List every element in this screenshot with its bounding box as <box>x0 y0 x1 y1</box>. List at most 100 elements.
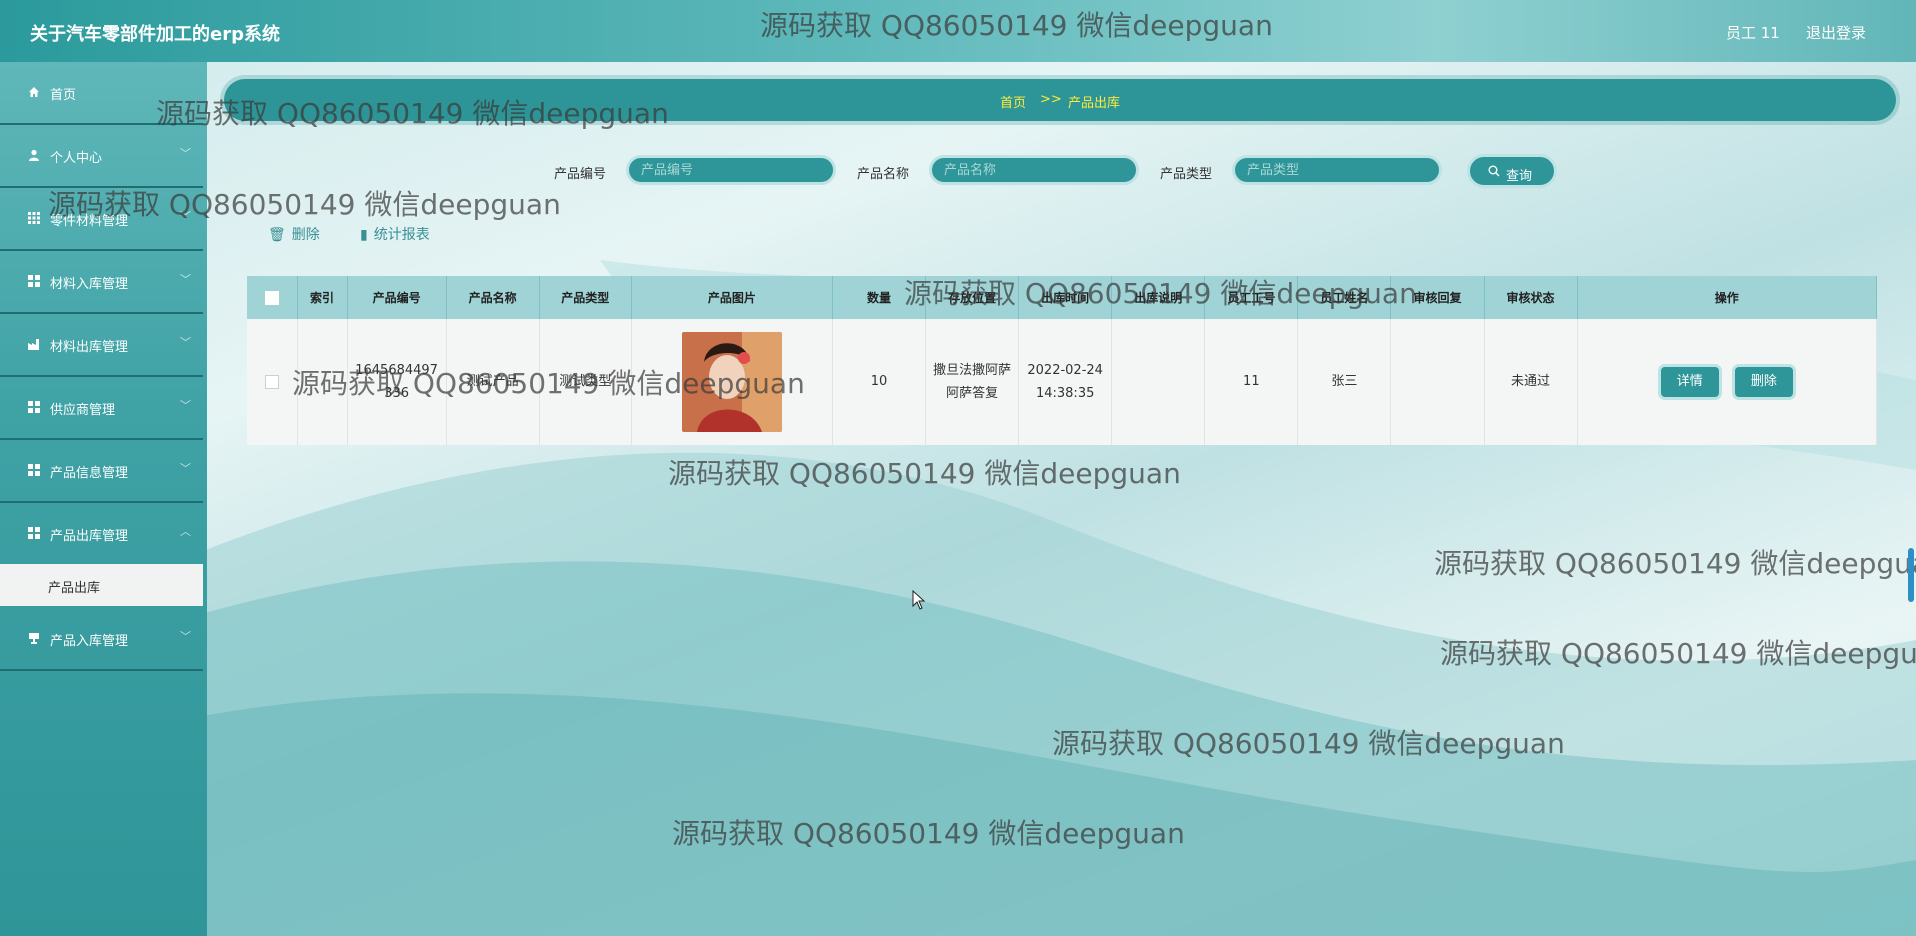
note-cell <box>1111 319 1206 445</box>
table-header-row: 索引 产品编号 产品名称 产品类型 产品图片 数量 存放位置 出库时间 出库说明… <box>247 276 1878 319</box>
delete-selected-button[interactable]: 🗑 删除 <box>268 224 320 244</box>
cup-icon <box>29 633 39 644</box>
product-type-label: 产品类型 <box>1160 167 1213 182</box>
search-icon <box>1488 165 1500 177</box>
sidebar-item-product-info[interactable]: 产品信息管理 ﹀ <box>0 440 203 503</box>
report-label: 统计报表 <box>373 227 430 243</box>
chevron-down-icon: ﹀ <box>180 273 191 286</box>
sidebar-item-product-out[interactable]: 产品出库管理 ︿ <box>0 503 203 566</box>
column-header: 操作 <box>1577 276 1878 319</box>
column-header: 审核回复 <box>1390 276 1485 319</box>
mouse-pointer-icon <box>912 590 926 610</box>
column-header: 产品图片 <box>631 276 833 319</box>
sidebar-item-label: 个人中心 <box>50 151 103 166</box>
breadcrumb: 首页 >> 产品出库 <box>224 79 1896 121</box>
product-image-cell <box>631 319 833 445</box>
column-header: 员工姓名 <box>1297 276 1392 319</box>
sidebar-item-label: 零件材料管理 <box>50 214 129 229</box>
home-icon <box>29 87 39 97</box>
bar-chart-icon: ▮ <box>360 227 368 243</box>
chevron-down-icon: ﹀ <box>180 399 191 412</box>
review-status-cell: 未通过 <box>1484 319 1578 445</box>
sidebar-item-material-out[interactable]: 材料出库管理 ﹀ <box>0 314 203 377</box>
column-header: 审核状态 <box>1484 276 1578 319</box>
quantity-cell: 10 <box>832 319 927 445</box>
operations-cell: 详情 删除 <box>1577 319 1878 445</box>
column-header: 出库说明 <box>1111 276 1206 319</box>
grid-icon <box>28 527 40 539</box>
report-button[interactable]: ▮ 统计报表 <box>360 224 430 244</box>
delete-selected-label: 删除 <box>291 227 320 243</box>
product-no-label: 产品编号 <box>554 167 607 182</box>
location-cell: 撒旦法撒阿萨阿萨答复 <box>925 319 1020 445</box>
column-header: 出库时间 <box>1018 276 1113 319</box>
trash-icon: 🗑 <box>268 227 286 243</box>
table-row: 1645684497336 测试产品 测试类型 10 撒旦法撒阿萨阿萨答复 20… <box>247 319 1878 445</box>
sidebar-subitem-product-out[interactable]: 产品出库 <box>0 564 203 606</box>
chevron-down-icon: ﹀ <box>180 630 191 643</box>
row-checkbox[interactable] <box>264 374 279 389</box>
sidebar-item-home[interactable]: 首页 <box>0 62 203 125</box>
search-button[interactable]: 查询 <box>1467 154 1557 188</box>
product-name-input[interactable] <box>929 155 1139 185</box>
column-header: 员工工号 <box>1204 276 1299 319</box>
column-header: 产品类型 <box>539 276 632 319</box>
product-no-input[interactable] <box>626 155 836 185</box>
sidebar-item-label: 供应商管理 <box>50 403 116 418</box>
factory-icon <box>28 339 39 350</box>
search-button-label: 查询 <box>1506 169 1533 184</box>
sidebar-item-material-in[interactable]: 材料入库管理 ﹀ <box>0 251 203 314</box>
grid-icon <box>28 464 40 476</box>
row-delete-button[interactable]: 删除 <box>1734 367 1793 397</box>
user-icon <box>29 149 39 161</box>
sidebar-item-profile[interactable]: 个人中心 ﹀ <box>0 125 203 188</box>
staff-no-cell: 11 <box>1204 319 1299 445</box>
sidebar-item-label: 材料出库管理 <box>50 340 129 355</box>
breadcrumb-separator: >> <box>1040 92 1062 107</box>
chevron-down-icon: ﹀ <box>180 147 191 160</box>
column-header: 数量 <box>832 276 927 319</box>
sidebar-item-product-in[interactable]: 产品入库管理 ﹀ <box>0 608 203 671</box>
select-all-checkbox[interactable] <box>264 290 279 305</box>
chevron-down-icon: ﹀ <box>180 210 191 223</box>
column-header: 索引 <box>297 276 348 319</box>
sidebar-item-label: 产品入库管理 <box>50 634 129 649</box>
detail-button[interactable]: 详情 <box>1660 367 1719 397</box>
sidebar-item-label: 材料入库管理 <box>50 277 129 292</box>
review-reply-cell <box>1390 319 1485 445</box>
product-name-cell: 测试产品 <box>446 319 540 445</box>
out-time-cell: 2022-02-24 14:38:35 <box>1018 319 1113 445</box>
product-image <box>681 332 782 432</box>
breadcrumb-current: 产品出库 <box>1068 96 1121 111</box>
column-header: 产品名称 <box>446 276 540 319</box>
chevron-down-icon: ﹀ <box>180 462 191 475</box>
logout-link[interactable]: 退出登录 <box>1806 22 1866 43</box>
app-title: 关于汽车零部件加工的erp系统 <box>30 24 280 45</box>
product-no-cell: 1645684497336 <box>347 319 447 445</box>
background-silk-waves <box>180 260 1916 936</box>
sidebar-item-parts[interactable]: 零件材料管理 ﹀ <box>0 188 203 251</box>
breadcrumb-home-link[interactable]: 首页 <box>1000 92 1026 111</box>
chevron-up-icon: ︿ <box>180 525 191 538</box>
top-header: 关于汽车零部件加工的erp系统 员工 11 退出登录 <box>0 0 1916 62</box>
grid-icon <box>28 212 40 224</box>
current-user-label: 员工 11 <box>1726 24 1780 42</box>
select-all-cell <box>247 276 298 319</box>
staff-name-cell: 张三 <box>1297 319 1392 445</box>
sidebar-item-label: 产品信息管理 <box>50 466 129 481</box>
product-name-label: 产品名称 <box>857 167 910 182</box>
grid-icon <box>28 401 40 413</box>
sidebar-item-supplier[interactable]: 供应商管理 ﹀ <box>0 377 203 440</box>
chevron-down-icon: ﹀ <box>180 336 191 349</box>
column-header: 存放位置 <box>925 276 1020 319</box>
sidebar-item-label: 首页 <box>50 88 77 103</box>
column-header: 产品编号 <box>347 276 447 319</box>
index-cell <box>297 319 348 445</box>
product-out-table: 索引 产品编号 产品名称 产品类型 产品图片 数量 存放位置 出库时间 出库说明… <box>247 276 1878 445</box>
grid-icon <box>28 275 40 287</box>
sidebar-subitem-label: 产品出库 <box>48 581 101 596</box>
product-type-cell: 测试类型 <box>539 319 632 445</box>
product-type-input[interactable] <box>1232 155 1442 185</box>
vertical-scrollbar[interactable] <box>1908 548 1914 602</box>
sidebar: 首页 个人中心 ﹀ 零件材料管理 ﹀ 材料入库管理 ﹀ 材料出库管理 ﹀ 供应商… <box>0 62 207 936</box>
